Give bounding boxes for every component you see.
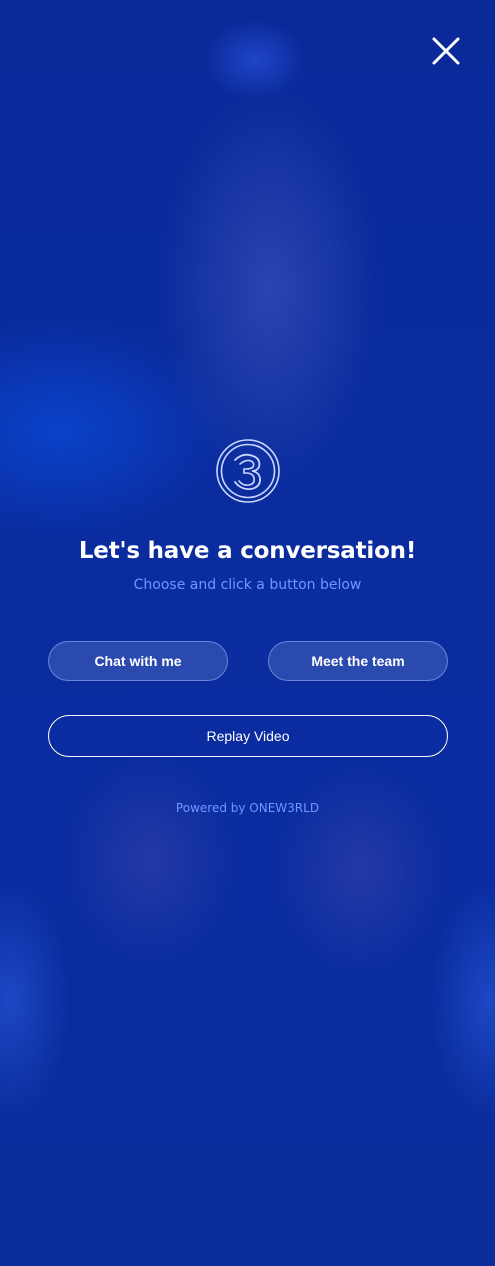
powered-by-link[interactable]: Powered by ONEW3RLD xyxy=(0,801,495,815)
chat-with-me-button[interactable]: Chat with me xyxy=(48,641,228,681)
page-subtitle: Choose and click a button below xyxy=(133,577,362,593)
close-button[interactable] xyxy=(428,33,464,69)
meet-the-team-button[interactable]: Meet the team xyxy=(268,641,448,681)
meet-the-team-label: Meet the team xyxy=(311,653,405,669)
onew3rld-logo-icon xyxy=(215,438,281,504)
chat-with-me-label: Chat with me xyxy=(94,653,182,669)
replay-video-button[interactable]: Replay Video xyxy=(48,715,448,757)
close-icon xyxy=(432,37,460,65)
blurred-video-background xyxy=(0,0,495,1266)
page-title: Let's have a conversation! xyxy=(78,538,417,564)
replay-video-label: Replay Video xyxy=(206,728,290,744)
